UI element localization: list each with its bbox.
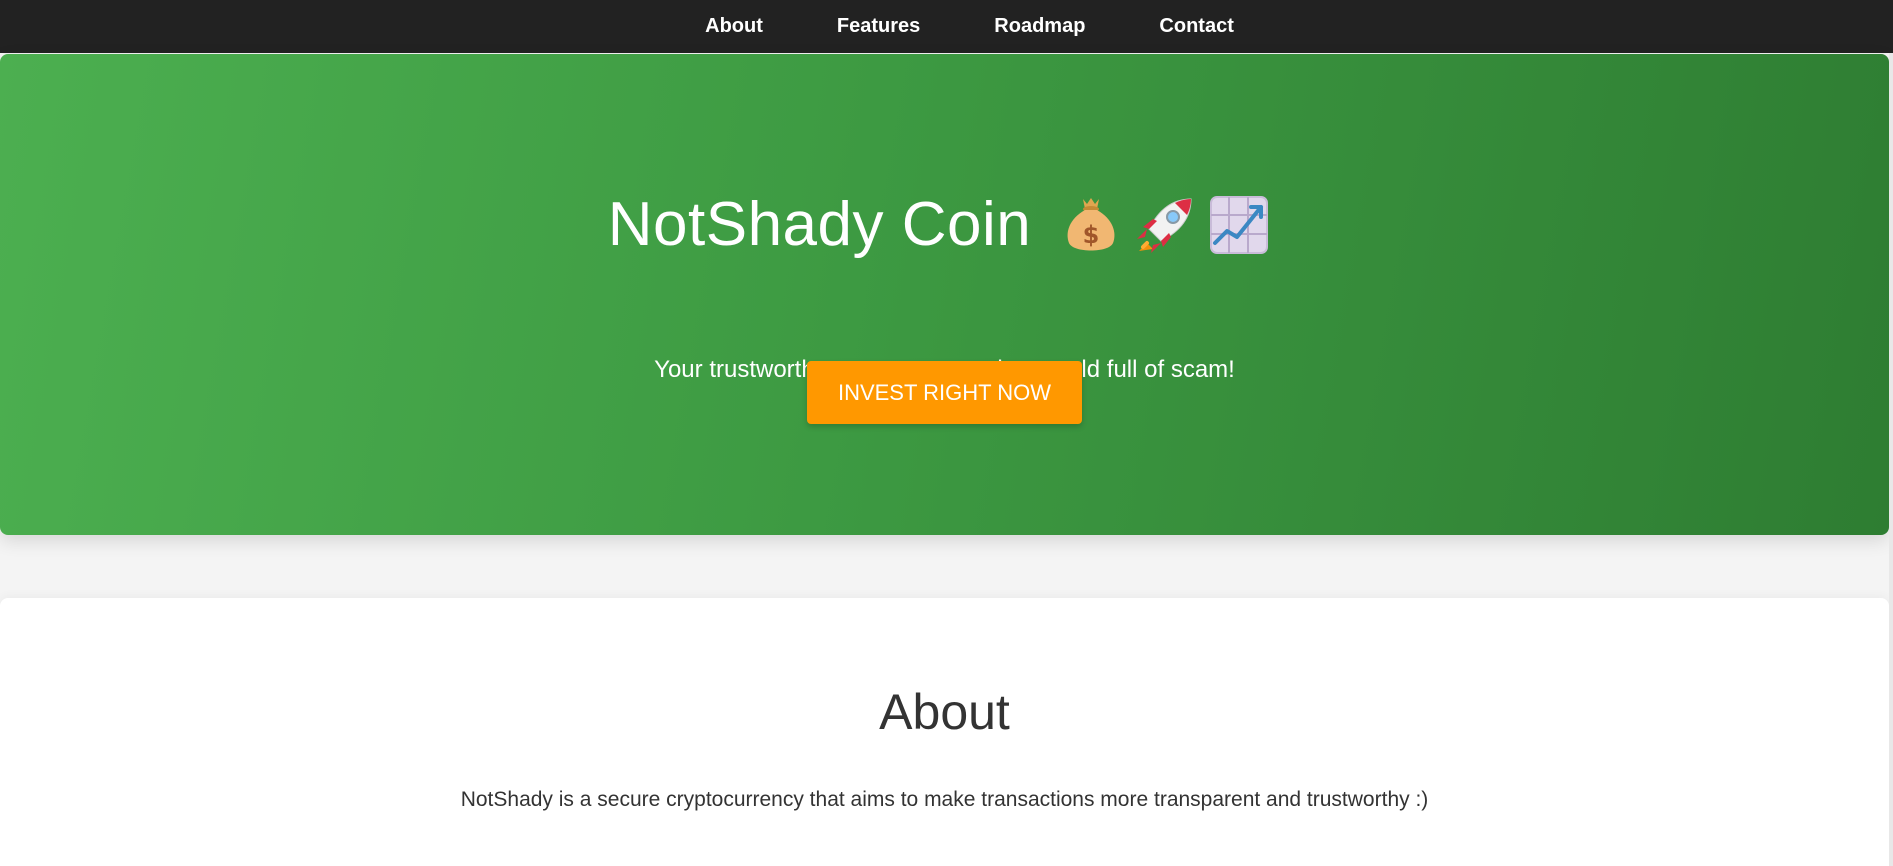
nav-link-roadmap[interactable]: Roadmap: [994, 0, 1085, 53]
rocket-icon: [1137, 198, 1192, 253]
nav-link-about[interactable]: About: [705, 0, 763, 53]
hero-section: NotShady Coin $ Your trustworthy full of…: [0, 54, 1889, 535]
about-text: NotShady is a secure cryptocurrency that…: [460, 788, 1429, 811]
hero-title-row: NotShady Coin $: [0, 189, 1889, 261]
hero-emoji-group: $: [1059, 193, 1281, 257]
money-bag-icon: $: [1067, 198, 1115, 251]
top-navigation: About Features Roadmap Contact: [0, 0, 1893, 53]
chart-increasing-icon: [1210, 196, 1269, 254]
page: About Features Roadmap Contact NotShady …: [0, 0, 1893, 866]
invest-button[interactable]: INVEST RIGHT NOW: [807, 361, 1082, 424]
hero-title: NotShady Coin: [607, 190, 1032, 259]
svg-text:$: $: [1083, 221, 1100, 249]
nav-link-contact[interactable]: Contact: [1159, 0, 1233, 53]
about-section: About NotShady is a secure cryptocurrenc…: [0, 598, 1889, 866]
nav-link-features[interactable]: Features: [837, 0, 920, 53]
scrollbar-track[interactable]: [1889, 53, 1893, 866]
about-heading: About: [879, 684, 1010, 740]
